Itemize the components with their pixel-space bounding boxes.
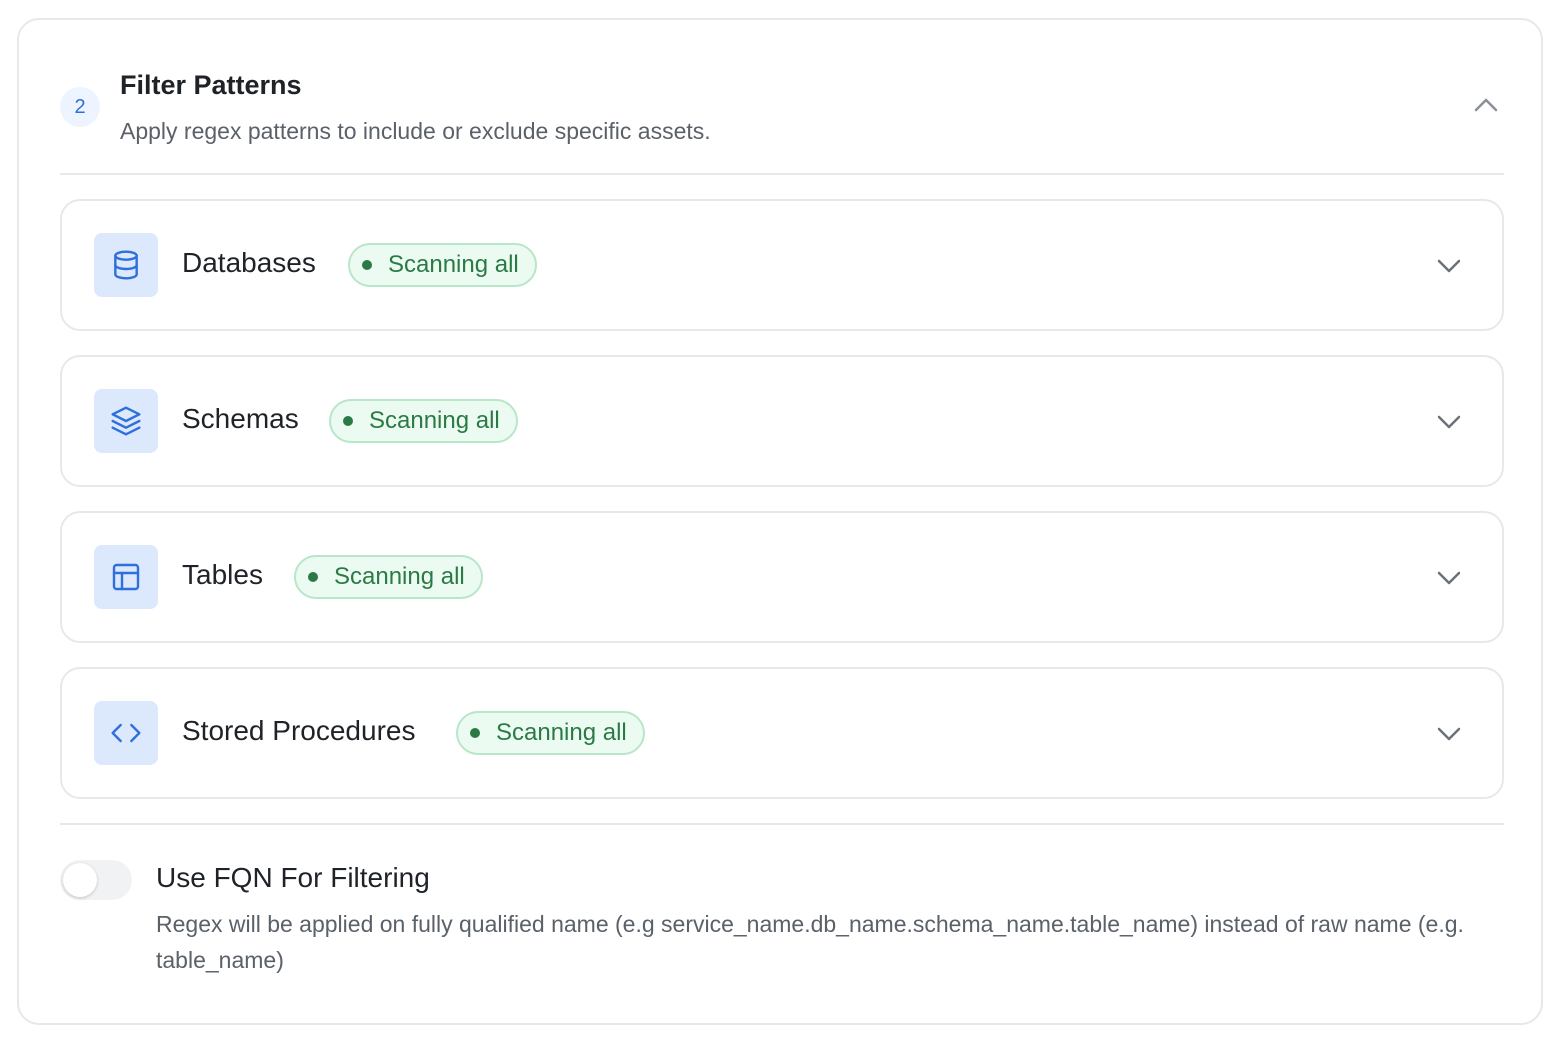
section-label: Databases [182, 247, 316, 278]
status-dot [343, 416, 353, 426]
status-text: Scanning all [496, 719, 627, 746]
status-dot [362, 260, 372, 270]
section-title: Filter Patterns [120, 70, 302, 100]
status-dot [470, 728, 480, 738]
status-text: Scanning all [334, 563, 465, 590]
status-text: Scanning all [369, 407, 500, 434]
footer-divider [60, 823, 1504, 825]
fqn-toggle-switch[interactable] [60, 860, 132, 900]
expand-toggle[interactable] [1434, 251, 1464, 281]
status-text: Scanning all [388, 251, 519, 278]
layers-icon [111, 406, 141, 436]
fqn-toggle-description: Regex will be applied on fully qualified… [156, 911, 1464, 973]
step-number-badge: 2 [60, 87, 100, 127]
section-label: Schemas [182, 403, 299, 434]
filter-section-stored-procedures[interactable]: Stored Procedures Scanning all [60, 667, 1504, 799]
code-icon [111, 723, 141, 743]
status-badge: Scanning all [348, 243, 537, 287]
expand-toggle[interactable] [1434, 407, 1464, 437]
chevron-down-icon [1437, 259, 1461, 273]
filter-patterns-card: 2 Filter Patterns Apply regex patterns t… [17, 18, 1543, 1025]
section-label: Stored Procedures [182, 715, 416, 746]
status-badge: Scanning all [456, 711, 645, 755]
chevron-down-icon [1437, 415, 1461, 429]
section-label: Tables [182, 559, 263, 590]
filter-section-databases[interactable]: Databases Scanning all [60, 199, 1504, 331]
status-dot [308, 572, 318, 582]
header-divider [60, 173, 1504, 175]
status-badge: Scanning all [329, 399, 518, 443]
toggle-knob [63, 863, 97, 897]
collapse-button[interactable] [1469, 90, 1503, 120]
table-icon [112, 563, 140, 591]
chevron-down-icon [1437, 571, 1461, 585]
database-icon [114, 250, 138, 280]
status-badge: Scanning all [294, 555, 483, 599]
chevron-up-icon [1474, 98, 1498, 112]
filter-section-schemas[interactable]: Schemas Scanning all [60, 355, 1504, 487]
expand-toggle[interactable] [1434, 563, 1464, 593]
chevron-down-icon [1437, 727, 1461, 741]
expand-toggle[interactable] [1434, 719, 1464, 749]
filter-section-tables[interactable]: Tables Scanning all [60, 511, 1504, 643]
section-description: Apply regex patterns to include or exclu… [120, 118, 711, 144]
fqn-toggle-label: Use FQN For Filtering [156, 862, 430, 893]
